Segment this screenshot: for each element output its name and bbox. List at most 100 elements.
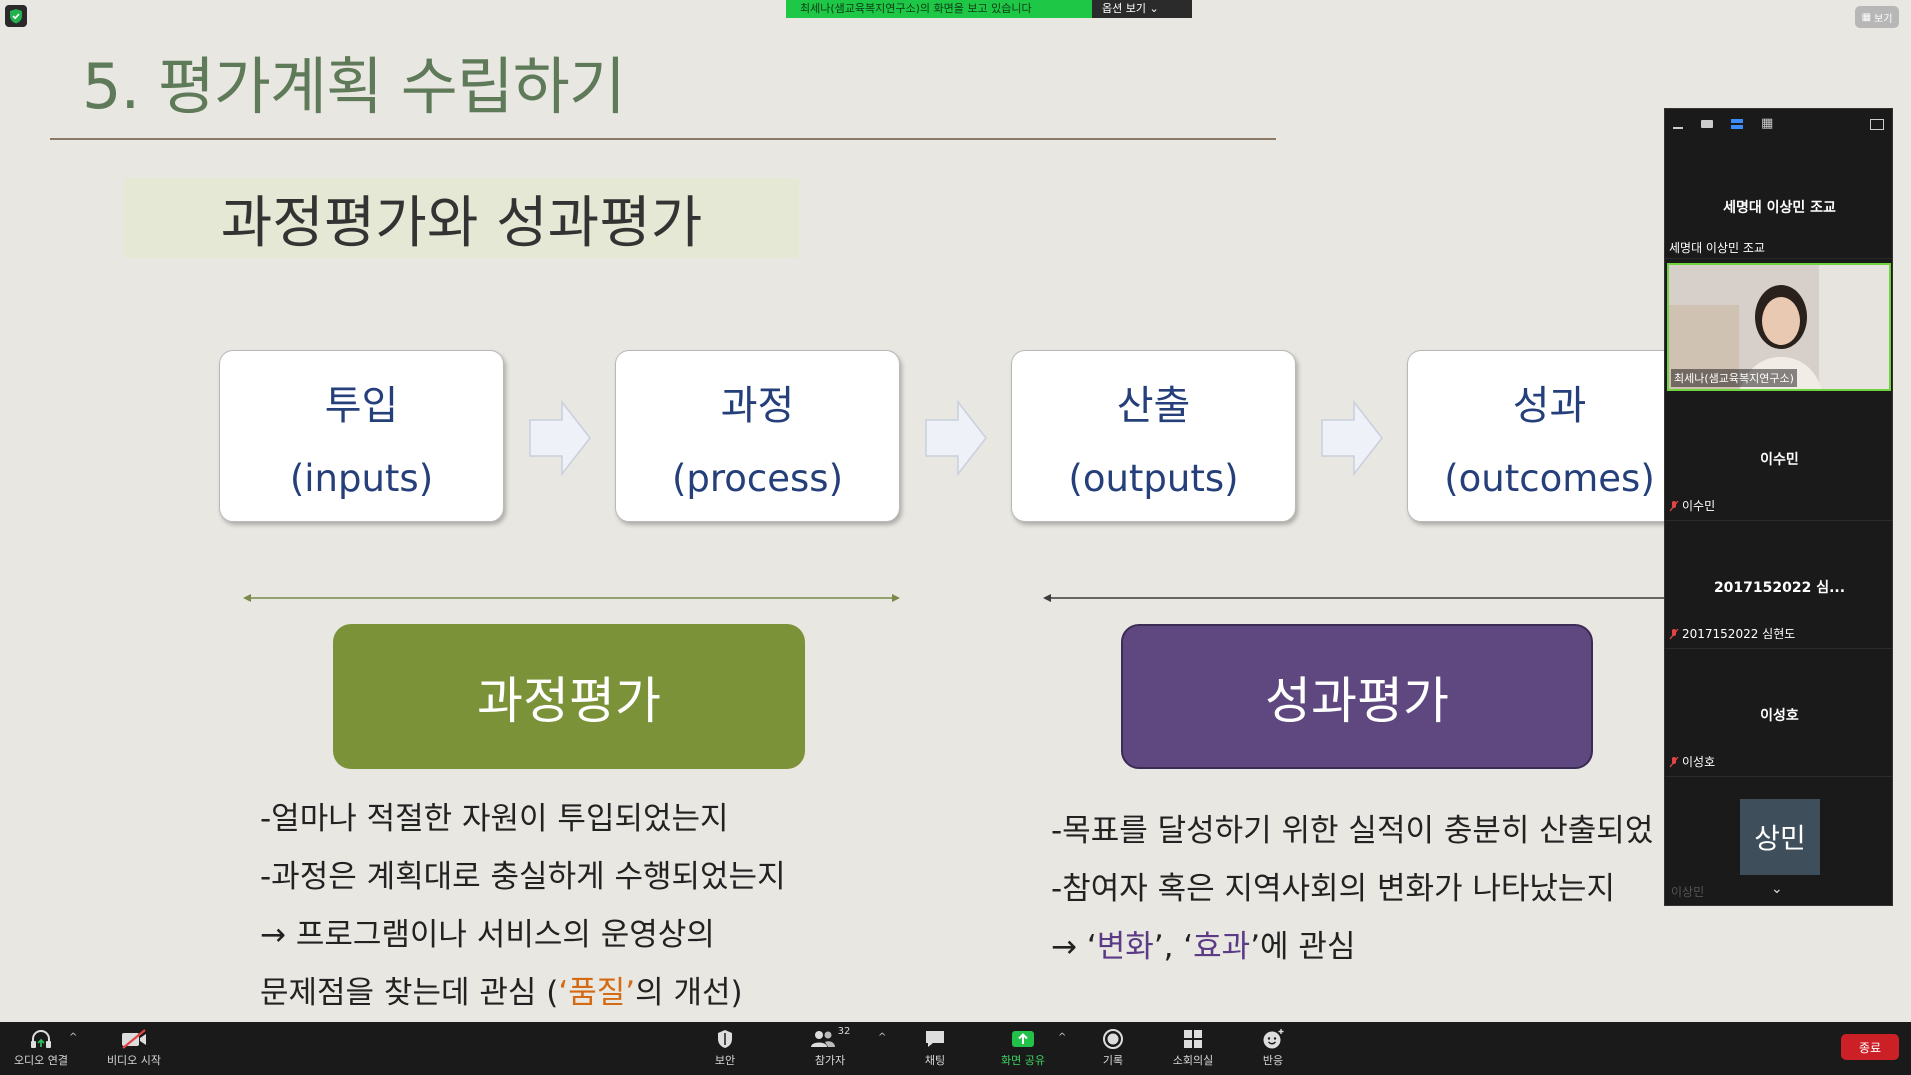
stage-label-kr: 과정 — [720, 383, 795, 429]
desc-line: → 프로그램이나 서비스의 운영상의 — [260, 917, 715, 953]
participant-tag: 2017152022 심현도 — [1669, 625, 1795, 642]
participant-tile[interactable]: 세명대 이상민 조교 세명대 이상민 조교 — [1665, 139, 1892, 259]
grid-view-icon: ▦ — [1861, 11, 1872, 23]
panel-header: ▦ — [1665, 109, 1892, 139]
stage-inputs: 투입 (inputs) — [219, 350, 504, 522]
participant-tag: 세명대 이상민 조교 — [1669, 241, 1765, 255]
view-options-button[interactable]: 옵션 보기 ⌄ — [1092, 0, 1192, 18]
view-mode-button[interactable]: ▦ 보기 — [1855, 6, 1899, 28]
screen-share-banner: 최세나(샘교육복지연구소)의 화면을 보고 있습니다 옵션 보기 ⌄ — [786, 0, 1192, 18]
participant-tag-name: 2017152022 심현도 — [1682, 627, 1796, 641]
participants-button[interactable]: 32 참가자 — [790, 1026, 870, 1068]
participant-tag: 이성호 — [1669, 753, 1715, 770]
participant-count: 32 — [837, 1026, 851, 1037]
participant-tag-name: 이성호 — [1682, 755, 1716, 769]
people-icon: 32 — [790, 1026, 870, 1052]
desc-line: -얼마나 적절한 자원이 투입되었는지 — [260, 801, 729, 837]
stage-label-en: (outputs) — [1068, 457, 1239, 500]
mic-muted-icon — [1669, 756, 1679, 768]
mic-muted-icon — [1669, 500, 1679, 512]
stage-label-kr: 투입 — [324, 383, 399, 429]
record-button[interactable]: 기록 — [1073, 1026, 1153, 1068]
start-video-button[interactable]: 비디오 시작 — [94, 1026, 174, 1068]
participant-tag-name: 이수민 — [1682, 499, 1716, 513]
process-eval-description: -얼마나 적절한 자원이 투입되었는지 -과정은 계획대로 충실하게 수행되었는… — [260, 790, 786, 1022]
desc-text: ’에 관심 — [1250, 929, 1356, 965]
stage-label-en: (inputs) — [289, 457, 434, 500]
encryption-shield-icon[interactable] — [5, 5, 27, 27]
chat-bubble-icon — [895, 1026, 975, 1052]
video-off-icon — [94, 1026, 174, 1052]
outcome-range-line — [1043, 594, 1664, 602]
participant-name: 이수민 — [1760, 452, 1799, 468]
desc-line: 문제점을 찾는데 관심 (‘품질’의 개선) — [260, 964, 786, 1022]
participant-name: 세명대 이상민 조교 — [1723, 200, 1836, 216]
participant-avatar[interactable]: 상민 — [1740, 799, 1820, 875]
shared-slide: 5. 평가계획 수립하기 과정평가와 성과평가 투입 (inputs) 과정 (… — [0, 0, 1911, 1022]
flow-arrow-icon — [1321, 400, 1383, 476]
participant-tile[interactable]: 2017152022 심... 2017152022 심현도 — [1665, 521, 1892, 649]
speaker-view-icon[interactable] — [1701, 120, 1713, 128]
video-label: 비디오 시작 — [106, 1054, 162, 1067]
participant-tag: 이상민 — [1671, 885, 1705, 899]
participant-tag: 최세나(샘교육복지연구소) — [1671, 369, 1797, 387]
view-label: 보기 — [1874, 13, 1893, 25]
breakout-rooms-icon — [1153, 1026, 1233, 1052]
scroll-down-chevron-icon[interactable]: ⌄ — [1771, 881, 1783, 897]
desc-text: → ‘ — [1051, 929, 1097, 965]
outcome-eval-box: 성과평가 — [1121, 624, 1593, 769]
stage-label-en: (outcomes) — [1444, 457, 1655, 500]
slide-subtitle: 과정평가와 성과평가 — [124, 178, 799, 258]
stage-label-kr: 산출 — [1116, 383, 1191, 429]
effect-highlight: 효과 — [1193, 929, 1251, 965]
mic-muted-icon — [1669, 628, 1679, 640]
share-screen-button[interactable]: 화면 공유 — [983, 1026, 1063, 1068]
security-button[interactable]: 보안 — [685, 1026, 765, 1068]
share-screen-icon — [983, 1026, 1063, 1052]
participants-label: 참가자 — [814, 1054, 846, 1067]
end-meeting-button[interactable]: 종료 — [1841, 1034, 1899, 1060]
reactions-button[interactable]: 반응 — [1233, 1026, 1313, 1068]
participant-name: 이성호 — [1760, 708, 1799, 724]
participant-tag: 이수민 — [1669, 497, 1715, 514]
minimize-icon[interactable] — [1673, 127, 1683, 129]
flow-arrow-icon — [925, 400, 987, 476]
reactions-label: 반응 — [1262, 1054, 1284, 1067]
participant-tile[interactable]: 이성호 이성호 — [1665, 649, 1892, 777]
stage-label-en: (process) — [671, 457, 844, 500]
flow-arrow-icon — [529, 400, 591, 476]
record-label: 기록 — [1102, 1054, 1124, 1067]
chat-button[interactable]: 채팅 — [895, 1026, 975, 1068]
active-speaker-video[interactable]: 최세나(샘교육복지연구소) — [1667, 263, 1891, 391]
breakout-label: 소회의실 — [1172, 1054, 1214, 1067]
participant-name: 2017152022 심... — [1713, 580, 1846, 596]
stage-label-kr: 성과 — [1512, 383, 1587, 429]
participant-tile[interactable]: 이수민 이수민 — [1665, 393, 1892, 521]
process-eval-box: 과정평가 — [333, 624, 805, 769]
strip-view-icon[interactable] — [1731, 119, 1743, 129]
audio-options-caret-icon[interactable]: ^ — [69, 1032, 77, 1043]
desc-text: 의 개선) — [635, 975, 743, 1011]
share-status-text: 최세나(샘교육복지연구소)의 화면을 보고 있습니다 — [786, 0, 1092, 18]
stage-outcomes: 성과 (outcomes) — [1407, 350, 1692, 522]
slide-title: 5. 평가계획 수립하기 — [82, 50, 626, 123]
audio-label: 오디오 연결 — [13, 1054, 69, 1067]
desc-line: -참여자 혹은 지역사회의 변화가 나타났는지 — [1051, 871, 1615, 907]
meeting-toolbar: 오디오 연결 ^ 비디오 시작 보안 32 참가자 ^ 채팅 화면 공유 ^ 기… — [0, 1022, 1911, 1075]
smiley-icon — [1233, 1026, 1313, 1052]
participants-options-caret-icon[interactable]: ^ — [878, 1032, 886, 1043]
share-label: 화면 공유 — [1001, 1054, 1045, 1067]
gallery-view-icon[interactable]: ▦ — [1761, 117, 1773, 130]
process-range-line — [243, 594, 900, 602]
share-options-caret-icon[interactable]: ^ — [1058, 1032, 1066, 1043]
desc-line: -목표를 달성하기 위한 실적이 충분히 산출되었 — [1051, 813, 1654, 849]
participant-video-panel: ▦ 세명대 이상민 조교 세명대 이상민 조교 최세나(샘교육복지연구소) 이수… — [1664, 108, 1893, 906]
desc-text: ’, ‘ — [1153, 929, 1194, 965]
outcome-eval-description: -목표를 달성하기 위한 실적이 충분히 산출되었 -참여자 혹은 지역사회의 … — [1051, 802, 1664, 976]
chat-label: 채팅 — [924, 1054, 946, 1067]
stage-process: 과정 (process) — [615, 350, 900, 522]
change-highlight: 변화 — [1096, 929, 1154, 965]
breakout-rooms-button[interactable]: 소회의실 — [1153, 1026, 1233, 1068]
security-label: 보안 — [714, 1054, 736, 1067]
pop-out-icon[interactable] — [1870, 118, 1884, 130]
